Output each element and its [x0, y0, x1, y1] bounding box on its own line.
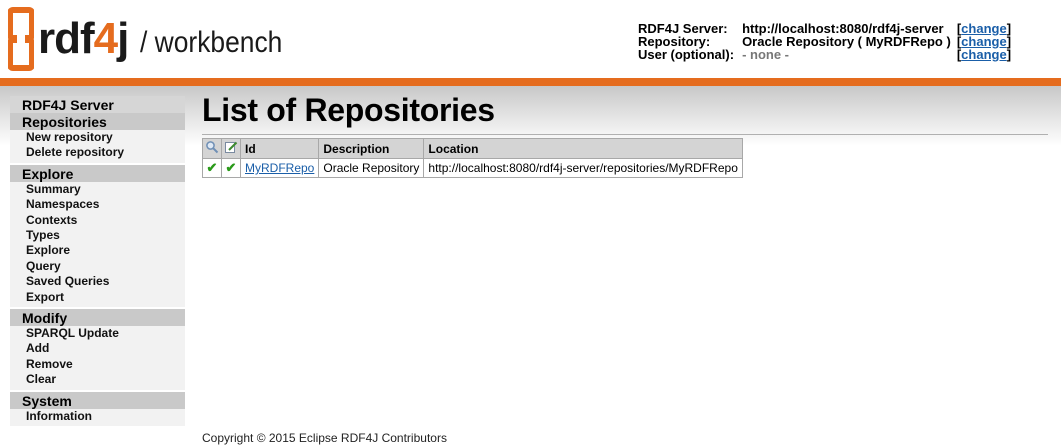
edit-icon [225, 141, 238, 153]
location-column-header[interactable]: Location [423, 138, 743, 159]
table-header-row: Id Description Location [202, 138, 743, 159]
writable-cell: ✔ [221, 158, 241, 178]
sidebar-list-system: Information [10, 408, 185, 427]
header-accent-bar [0, 78, 1061, 86]
id-column-header[interactable]: Id [239, 138, 320, 159]
readable-cell: ✔ [202, 158, 222, 178]
sidebar-heading-explore: Explore [10, 164, 185, 182]
sidebar-item-delete-repository[interactable]: Delete repository [10, 145, 185, 160]
writable-column-header [221, 138, 241, 159]
sidebar-item-sparql-update[interactable]: SPARQL Update [10, 326, 185, 341]
repository-id-link[interactable]: MyRDFRepo [245, 161, 314, 175]
sidebar-item-information[interactable]: Information [10, 409, 185, 424]
logo-subtitle: / workbench [140, 26, 283, 59]
sidebar-item-new-repository[interactable]: New repository [10, 130, 185, 145]
sidebar-list-repositories: New repository Delete repository [10, 130, 185, 163]
footer-copyright: Copyright © 2015 Eclipse RDF4J Contribut… [202, 431, 447, 445]
magnifier-icon [206, 141, 219, 154]
sidebar-heading-system: System [10, 391, 185, 409]
user-label: User (optional): [638, 47, 735, 62]
sidebar-item-export[interactable]: Export [10, 290, 185, 305]
sidebar-list-explore: Summary Namespaces Contexts Types Explor… [10, 181, 185, 308]
checkmark-icon: ✔ [206, 160, 218, 175]
rdf4j-logo[interactable]: rdf4j / workbench [8, 4, 302, 74]
header: rdf4j / workbench RDF4J Server: http://l… [0, 0, 1061, 78]
sidebar-item-saved-queries[interactable]: Saved Queries [10, 274, 185, 289]
sidebar-item-contexts[interactable]: Contexts [10, 213, 185, 228]
sidebar-list-modify: SPARQL Update Add Remove Clear [10, 326, 185, 390]
id-cell: MyRDFRepo [239, 158, 320, 178]
rdf4j-logo-mark-icon [8, 7, 34, 71]
sidebar-item-summary[interactable]: Summary [10, 182, 185, 197]
user-value: - none - [742, 47, 789, 62]
page-title: List of Repositories [202, 92, 495, 128]
sidebar-heading-server[interactable]: RDF4J Server [10, 96, 185, 113]
table-row: ✔ ✔ MyRDFRepo Oracle Repository http://l… [202, 158, 743, 178]
change-user-link[interactable]: change [961, 47, 1007, 62]
checkmark-icon: ✔ [225, 160, 237, 175]
sidebar-item-query[interactable]: Query [10, 259, 185, 274]
sidebar-item-remove[interactable]: Remove [10, 357, 185, 372]
sidebar-heading-repositories: Repositories [10, 113, 185, 130]
description-cell: Oracle Repository [318, 158, 425, 178]
location-cell: http://localhost:8080/rdf4j-server/repos… [423, 158, 743, 178]
sidebar-item-types[interactable]: Types [10, 228, 185, 243]
repositories-table: Id Description Location ✔ ✔ MyRDFRepo Or… [202, 138, 743, 178]
logo-word: rdf4j [38, 14, 129, 63]
sidebar-item-namespaces[interactable]: Namespaces [10, 197, 185, 212]
sidebar-item-explore[interactable]: Explore [10, 243, 185, 258]
sidebar-nav: RDF4J Server Repositories New repository… [10, 96, 185, 427]
readable-column-header [202, 138, 222, 159]
sidebar-item-clear[interactable]: Clear [10, 372, 185, 387]
title-divider [202, 134, 1048, 135]
connection-info: RDF4J Server: http://localhost:8080/rdf4… [638, 21, 1012, 62]
sidebar-heading-modify: Modify [10, 309, 185, 327]
sidebar-item-add[interactable]: Add [10, 341, 185, 356]
description-column-header[interactable]: Description [318, 138, 425, 159]
main-content: List of Repositories [202, 90, 495, 130]
